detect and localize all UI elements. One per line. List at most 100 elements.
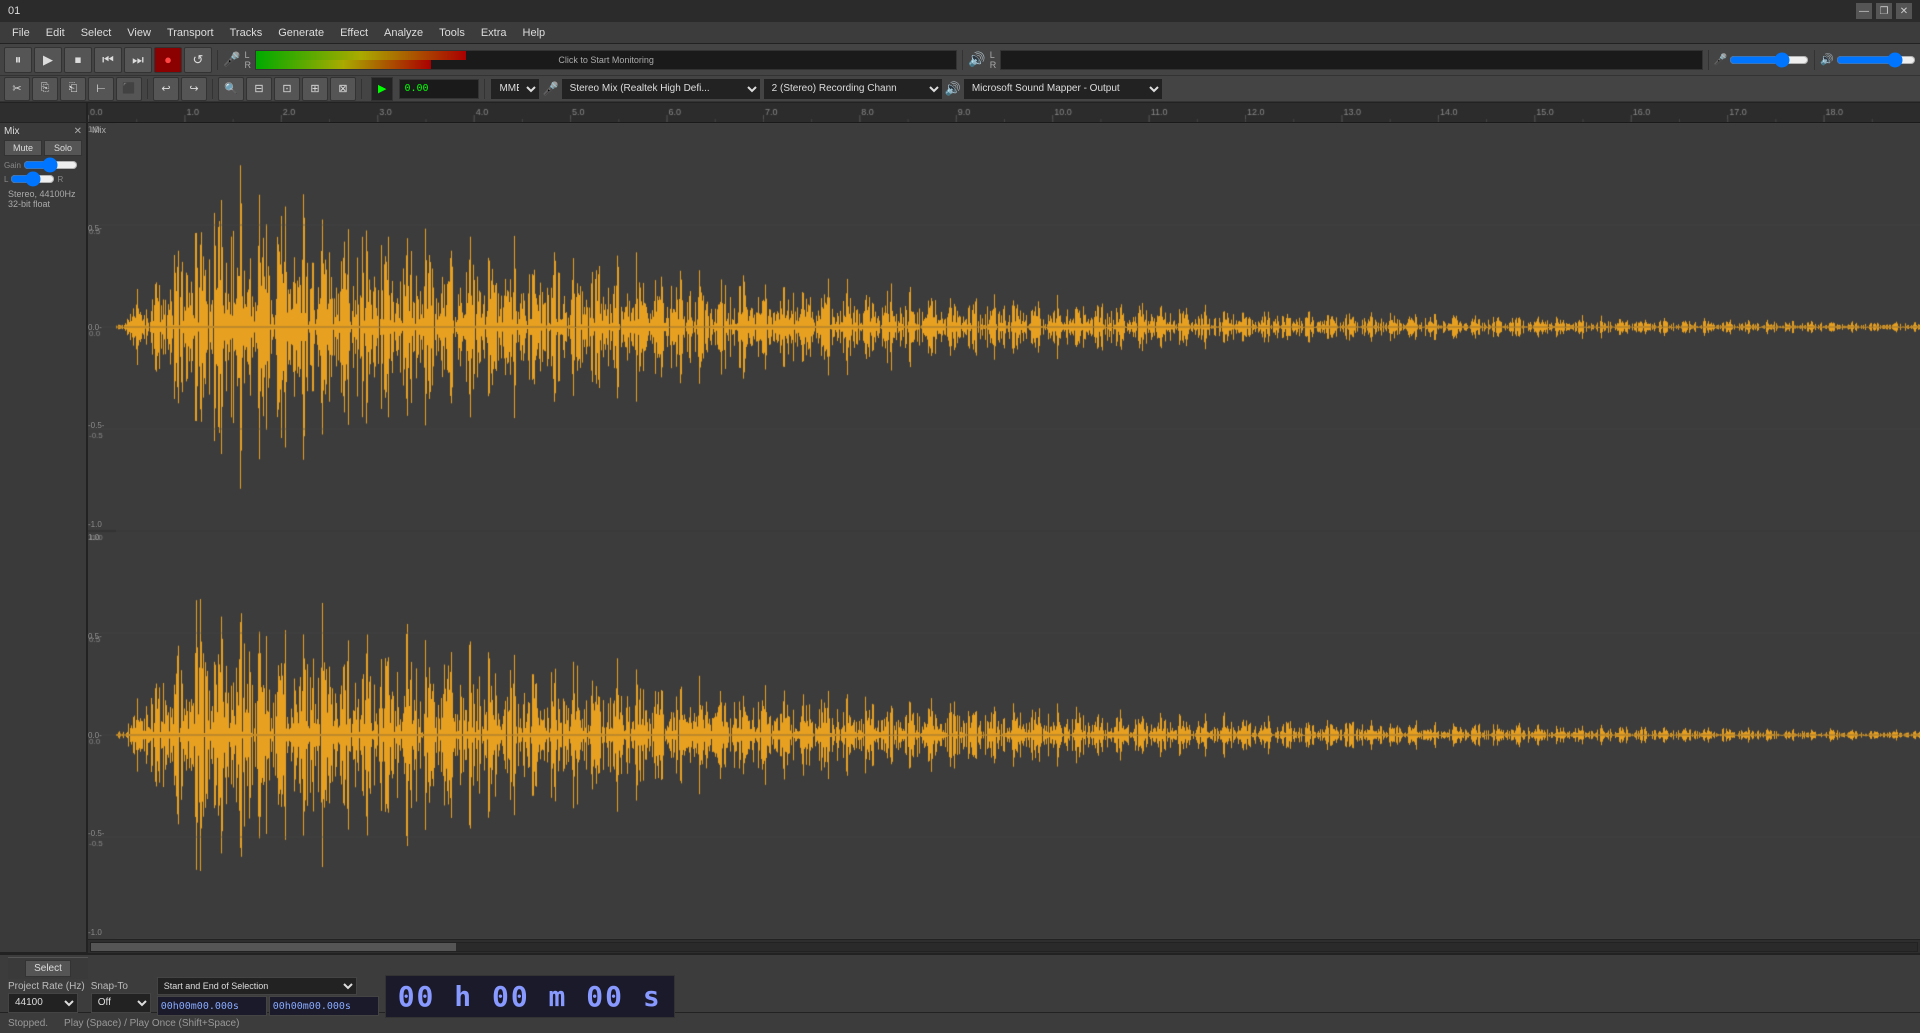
project-rate-group: Project Rate (Hz) 44100 [8,981,85,1013]
skip-forward-button[interactable]: ⏭ [124,47,152,73]
track-name-row: Mix ✕ [4,126,82,137]
menu-file[interactable]: File [4,25,38,41]
app-title: 01 [8,5,20,17]
copy-button[interactable]: ⎘ [32,77,58,101]
waveform-panel: Mix 1.0 0.5- 0.0- -0.5- -1.0 1.0 0.5- 0.… [88,103,1920,953]
status-text: Stopped. [8,1018,48,1029]
silence-button[interactable]: ⬛ [116,77,142,101]
playback-meter[interactable] [1000,50,1702,70]
snap-to-label: Snap-To [91,981,151,992]
menu-generate[interactable]: Generate [270,25,332,41]
menu-edit[interactable]: Edit [38,25,73,41]
lr-label-rec: LR [244,50,251,70]
project-rate-select[interactable]: 44100 [8,993,78,1013]
restore-button[interactable]: ❐ [1876,3,1892,19]
start-time-input[interactable] [157,996,267,1016]
play-position-display: 0.00 [399,79,479,99]
menu-tools[interactable]: Tools [431,25,473,41]
menu-tracks[interactable]: Tracks [222,25,271,41]
edit-sep3 [361,79,362,99]
loop-button[interactable]: ↺ [184,47,212,73]
mix-track-label: Mix [92,125,106,135]
play-position-value: 0.00 [404,83,428,94]
pan-r-label: R [57,175,63,184]
track-panel-header [0,103,86,123]
skip-back-button[interactable]: ⏮ [94,47,122,73]
track-info: Stereo, 44100Hz 32-bit float [4,187,82,211]
host-select[interactable]: MME [490,78,540,100]
close-button[interactable]: ✕ [1896,3,1912,19]
play-button[interactable]: ▶ [34,47,62,73]
waveform-area[interactable]: Mix 1.0 0.5- 0.0- -0.5- -1.0 1.0 0.5- 0.… [88,123,1920,939]
selection-dropdown[interactable]: Start and End of Selection [157,977,357,995]
transport-row: ⏸ ▶ ⏹ ⏮ ⏭ ● ↺ 🎤 LR Click to Start Monito… [0,44,1920,76]
trim-button[interactable]: ⊢ [88,77,114,101]
record-vol-icon: 🎤 [1714,53,1728,66]
menu-transport[interactable]: Transport [159,25,222,41]
selection-group: Start and End of Selection [157,977,379,1016]
end-time-input[interactable] [269,996,379,1016]
zoom-out-button[interactable]: ⊟ [246,77,272,101]
menubar: File Edit Select View Transport Tracks G… [0,22,1920,44]
track-sample-rate: Stereo, 44100Hz [8,189,78,199]
waveform-canvas [88,123,1920,939]
mic-icon2: 🎤 [542,81,558,97]
zoom-in-button[interactable]: 🔍 [218,77,244,101]
scrollbar-track [90,942,1918,952]
cut-button[interactable]: ✂ [4,77,30,101]
output-device-select[interactable]: Microsoft Sound Mapper - Output [963,78,1163,100]
pan-slider[interactable] [10,173,55,185]
solo-button[interactable]: Solo [44,140,82,156]
time-display: 00 h 00 m 00 s [385,975,675,1018]
bottom-row1: Project Rate (Hz) 44100 Snap-To Off Star… [0,981,1920,1013]
menu-extra[interactable]: Extra [473,25,515,41]
separator3 [1708,50,1709,70]
recording-meter[interactable]: Click to Start Monitoring [255,50,957,70]
menu-analyze[interactable]: Analyze [376,25,431,41]
snap-to-select[interactable]: Off [91,993,151,1013]
undo-button[interactable]: ↩ [153,77,179,101]
channels-select[interactable]: 2 (Stereo) Recording Chann [763,78,943,100]
titlebar: 01 — ❐ ✕ [0,0,1920,22]
redo-button[interactable]: ↪ [181,77,207,101]
zoom-full-button[interactable]: ⊠ [330,77,356,101]
play-position-indicator: ▶ [371,77,393,101]
select-button[interactable]: Select [25,960,71,977]
horizontal-scrollbar[interactable] [88,939,1920,953]
select-area: Select [8,957,88,979]
record-button[interactable]: ● [154,47,182,73]
ruler-bar [88,103,1920,123]
track-panel: Mix ✕ Mute Solo Gain L R [0,103,88,953]
menu-effect[interactable]: Effect [332,25,376,41]
pan-l-label: L [4,175,8,184]
track-close-icon[interactable]: ✕ [74,126,82,137]
input-device-select[interactable]: Stereo Mix (Realtek High Defi... [561,78,761,100]
vol-icon2: 🔊 [945,81,961,97]
track-bit-depth: 32-bit float [8,199,78,209]
ruler-canvas [88,103,1920,123]
mute-button[interactable]: Mute [4,140,42,156]
menu-select[interactable]: Select [73,25,120,41]
zoom-sel-button[interactable]: ⊡ [274,77,300,101]
bottom-panel: Select Project Rate (Hz) 44100 Snap-To O… [0,953,1920,1033]
record-volume-slider[interactable] [1729,52,1809,68]
separator2 [962,50,963,70]
edit-sep2 [212,79,213,99]
gain-slider[interactable] [23,159,78,171]
gain-control: Gain [4,159,82,171]
stop-button[interactable]: ⏹ [64,47,92,73]
minimize-button[interactable]: — [1856,3,1872,19]
lr-label-pb: LR [990,50,997,70]
menu-help[interactable]: Help [515,25,554,41]
pan-control: L R [4,173,82,185]
zoom-fit-button[interactable]: ⊞ [302,77,328,101]
scrollbar-thumb[interactable] [91,943,456,951]
paste-button[interactable]: ⎗ [60,77,86,101]
playback-volume-slider[interactable] [1836,52,1916,68]
titlebar-controls: — ❐ ✕ [1856,3,1912,19]
pause-button[interactable]: ⏸ [4,47,32,73]
project-rate-label: Project Rate (Hz) [8,981,85,992]
mute-solo-row: Mute Solo [4,140,82,156]
menu-view[interactable]: View [119,25,159,41]
status-bar: Stopped. Play (Space) / Play Once (Shift… [0,1013,1920,1033]
